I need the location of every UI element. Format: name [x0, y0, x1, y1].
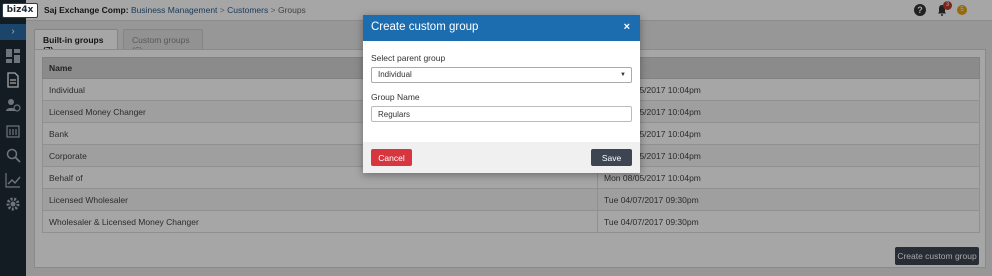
create-group-modal: Create custom group × Select parent grou…	[363, 15, 640, 173]
save-button[interactable]: Save	[591, 149, 632, 166]
close-icon[interactable]: ×	[624, 21, 630, 33]
group-name-label: Group Name	[371, 92, 420, 102]
modal-title: Create custom group	[371, 21, 479, 33]
modal-footer: Cancel Save	[363, 142, 640, 173]
app-logo[interactable]: biz4x	[2, 3, 38, 18]
modal-header: Create custom group ×	[363, 15, 640, 41]
cancel-button[interactable]: Cancel	[371, 149, 412, 166]
parent-group-select[interactable]: Individual ▼	[371, 67, 632, 83]
parent-group-value: Individual	[378, 70, 412, 79]
caret-down-icon: ▼	[620, 72, 626, 78]
parent-group-label: Select parent group	[371, 53, 446, 63]
group-name-input[interactable]	[371, 106, 632, 122]
